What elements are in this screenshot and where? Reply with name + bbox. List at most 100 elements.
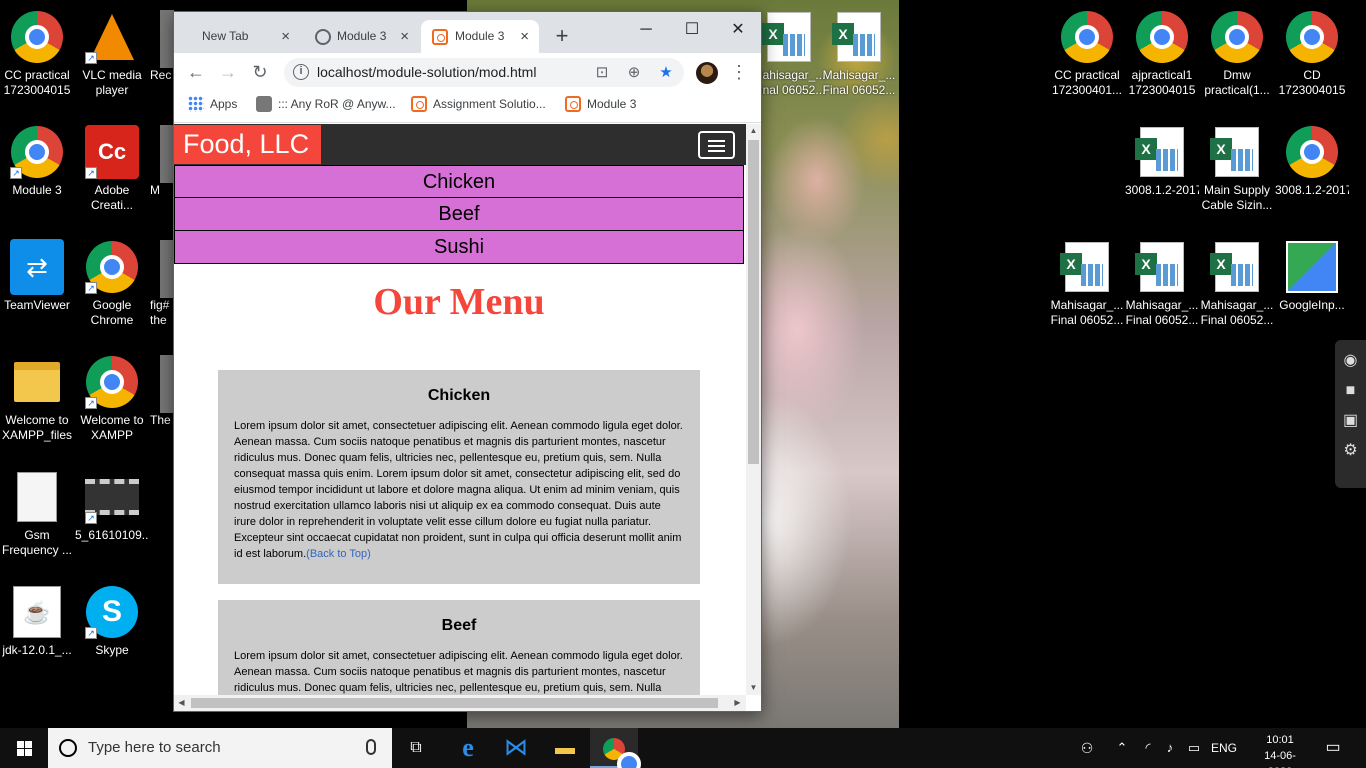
- edge-icon[interactable]: e: [444, 728, 492, 768]
- chrome-icon: [10, 10, 64, 64]
- tab-new-tab[interactable]: New Tab ×: [182, 20, 300, 53]
- desktop-shortcut[interactable]: Mahisagar_...Final 06052...: [752, 10, 826, 98]
- close-window-button[interactable]: ✕: [715, 16, 761, 44]
- desktop-shortcut[interactable]: S ↗ Skype: [75, 585, 149, 658]
- nav-item-chicken[interactable]: Chicken: [174, 165, 744, 198]
- tab-module-3[interactable]: Module 3 ×: [304, 20, 419, 53]
- tab-module-3-active[interactable]: Module 3 ×: [421, 20, 539, 53]
- bookmark-label: Assignment Solutio...: [433, 97, 546, 111]
- scroll-up-arrow-icon[interactable]: ▲: [746, 124, 761, 138]
- desktop-shortcut-label: 3008.1.2-2017: [1275, 183, 1349, 197]
- desktop-shortcut[interactable]: CD 1723004015: [1275, 10, 1349, 98]
- desktop-shortcut[interactable]: ajpractical1 1723004015: [1125, 10, 1199, 98]
- desktop-shortcut[interactable]: M: [150, 125, 174, 198]
- desktop-shortcut[interactable]: CC practical 1723004015: [0, 10, 74, 98]
- desktop-shortcut[interactable]: ⇄ TeamViewer: [0, 239, 74, 313]
- nav-item-sushi[interactable]: Sushi: [174, 231, 744, 264]
- desktop-shortcut[interactable]: ↗ Module 3: [0, 125, 74, 198]
- scroll-left-arrow-icon[interactable]: ◀: [174, 695, 189, 711]
- desktop-shortcut-label: Adobe Creati...: [90, 183, 133, 212]
- desktop-shortcut[interactable]: ☕ jdk-12.0.1_...: [0, 585, 74, 658]
- profile-avatar[interactable]: [696, 62, 718, 84]
- brand-logo[interactable]: Food, LLC: [174, 125, 322, 164]
- desktop-shortcut[interactable]: The: [150, 355, 174, 428]
- scrollbar-thumb[interactable]: [191, 698, 718, 708]
- desktop-shortcut[interactable]: GoogleInp...: [1275, 240, 1349, 313]
- action-center-icon[interactable]: ▭: [1318, 728, 1348, 768]
- video-camera-icon[interactable]: ■: [1341, 382, 1361, 400]
- desktop-shortcut[interactable]: Dmw practical(1...: [1200, 10, 1274, 98]
- nav-item-beef[interactable]: Beef: [174, 198, 744, 231]
- desktop-shortcut[interactable]: 3008.1.2-2017: [1125, 125, 1199, 198]
- nav-menu: Chicken Beef Sushi: [174, 165, 744, 264]
- bookmark-module-3[interactable]: Module 3: [565, 91, 636, 117]
- desktop-shortcut[interactable]: ↗ VLC media player: [75, 10, 149, 98]
- show-hidden-icons-chevron-icon[interactable]: ⌃: [1112, 728, 1132, 768]
- desktop-shortcut[interactable]: Mahisagar_...Final 06052...: [1200, 240, 1274, 328]
- desktop-shortcut-label: Google Chrome: [90, 298, 134, 327]
- language-indicator[interactable]: ENG: [1206, 728, 1242, 768]
- desktop-shortcut[interactable]: Welcome to XAMPP_files: [0, 355, 74, 443]
- site-info-icon[interactable]: i: [293, 64, 309, 80]
- battery-icon[interactable]: ▭: [1184, 728, 1204, 768]
- tab-close-icon[interactable]: ×: [281, 20, 290, 53]
- back-arrow-icon[interactable]: ←: [185, 61, 207, 83]
- desktop-shortcut[interactable]: Rec: [150, 10, 174, 83]
- hamburger-menu-icon[interactable]: [698, 131, 735, 159]
- file-explorer-icon[interactable]: ▬: [541, 728, 589, 768]
- volume-icon[interactable]: ♪: [1160, 728, 1180, 768]
- scroll-down-arrow-icon[interactable]: ▼: [746, 681, 761, 695]
- browser-menu-icon[interactable]: ⋮: [730, 61, 748, 83]
- translate-icon[interactable]: ⊡: [592, 63, 612, 83]
- taskbar-search[interactable]: Type here to search: [48, 728, 392, 768]
- desktop-shortcut[interactable]: Mahisagar_...Final 06052...: [1050, 240, 1124, 328]
- minimize-button[interactable]: ─: [623, 16, 669, 44]
- bookmark-any-ror[interactable]: ::: Any RoR @ Anyw...: [256, 91, 396, 117]
- back-to-top-link[interactable]: (Back to Top): [306, 548, 371, 560]
- desktop-shortcut[interactable]: ↗ Google Chrome: [75, 240, 149, 328]
- clock[interactable]: 10:01 14-06-2020: [1252, 732, 1308, 768]
- bookmark-assignment-solution[interactable]: Assignment Solutio...: [411, 91, 546, 117]
- desktop-shortcut[interactable]: Mahisagar_...Final 06052...: [1125, 240, 1199, 328]
- google-input-icon: [1285, 240, 1339, 294]
- desktop-shortcut[interactable]: ↗ Welcome to XAMPP: [75, 355, 149, 443]
- desktop-shortcut[interactable]: ↗ 5_61610109...: [75, 470, 149, 543]
- maximize-button[interactable]: ☐: [669, 16, 715, 44]
- xampp-icon: [565, 96, 581, 112]
- start-button[interactable]: [0, 728, 48, 768]
- address-bar[interactable]: i localhost/module-solution/mod.html ⊡ ⊕…: [284, 58, 684, 87]
- settings-gear-icon[interactable]: ⚙: [1341, 442, 1361, 460]
- desktop-shortcut[interactable]: Gsm Frequency ...: [0, 470, 74, 558]
- desktop-shortcut[interactable]: Mahisagar_...Final 06052...: [822, 10, 896, 98]
- wifi-icon[interactable]: ◜: [1138, 728, 1158, 768]
- people-icon[interactable]: ⚇: [1076, 728, 1098, 768]
- reload-icon[interactable]: ↻: [249, 61, 271, 83]
- desktop-shortcut[interactable]: 3008.1.2-2017: [1275, 125, 1349, 198]
- microphone-icon[interactable]: [366, 739, 376, 755]
- cortana-icon: [59, 739, 77, 757]
- camera-icon[interactable]: ◉: [1341, 352, 1361, 370]
- globe-icon: [315, 29, 331, 45]
- forward-arrow-icon[interactable]: →: [217, 61, 239, 83]
- horizontal-scrollbar[interactable]: ◀ ▶: [174, 695, 746, 711]
- zoom-icon[interactable]: ⊕: [624, 63, 644, 83]
- new-tab-button[interactable]: +: [550, 25, 574, 49]
- vscode-icon[interactable]: ⋈: [492, 728, 540, 768]
- gallery-icon[interactable]: ▣: [1341, 412, 1361, 430]
- desktop-shortcut[interactable]: fig# the: [150, 240, 174, 328]
- url-text[interactable]: localhost/module-solution/mod.html: [317, 58, 536, 87]
- desktop-shortcut[interactable]: Cc ↗ Adobe Creati...: [75, 125, 149, 213]
- desktop-shortcut[interactable]: CC practical 172300401...: [1050, 10, 1124, 98]
- tab-close-icon[interactable]: ×: [520, 20, 529, 53]
- desktop-shortcut-label: Main Supply Cable Sizin...: [1201, 183, 1273, 212]
- scroll-right-arrow-icon[interactable]: ▶: [730, 695, 745, 711]
- scrollbar-thumb[interactable]: [748, 140, 759, 464]
- bookmark-apps[interactable]: Apps: [188, 91, 237, 117]
- tab-close-icon[interactable]: ×: [400, 20, 409, 53]
- bookmark-star-icon[interactable]: ★: [656, 63, 676, 83]
- chrome-taskbar-icon[interactable]: [590, 728, 641, 768]
- task-view-icon[interactable]: ⧉: [392, 728, 440, 768]
- section-text: Lorem ipsum dolor sit amet, consectetuer…: [234, 420, 683, 560]
- desktop-shortcut[interactable]: Main SupplyCable Sizin...: [1200, 125, 1274, 213]
- vertical-scrollbar[interactable]: ▲ ▼: [746, 124, 761, 695]
